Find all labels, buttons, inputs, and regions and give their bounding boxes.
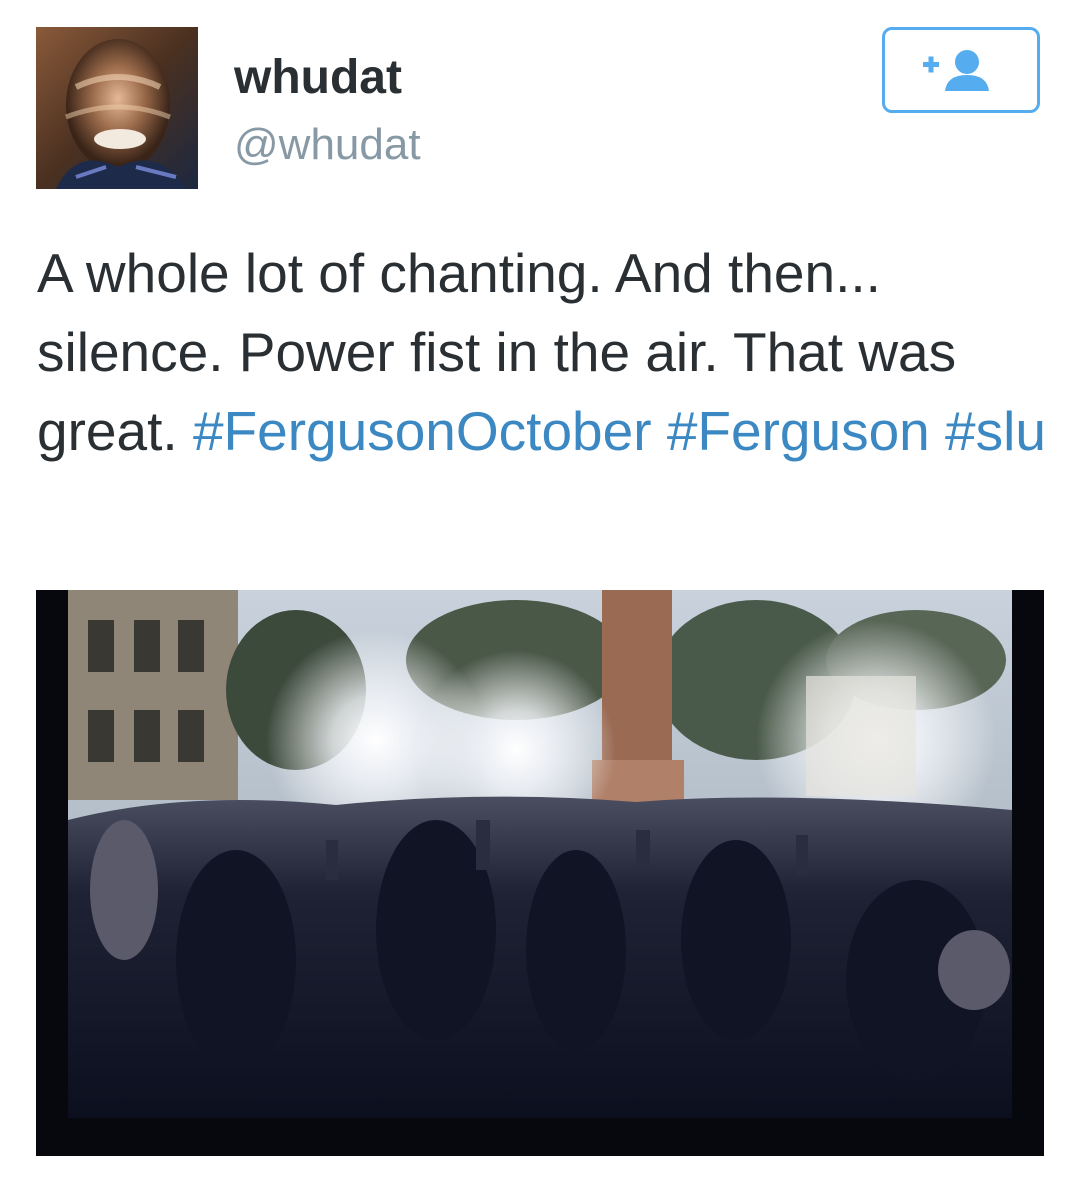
tweet-card: whudat @whudat A whole lot of chanting. … bbox=[0, 0, 1080, 1184]
photo-icon bbox=[36, 590, 1044, 1156]
tweet-text: A whole lot of chanting. And then... sil… bbox=[37, 234, 1047, 471]
author-display-name[interactable]: whudat bbox=[234, 50, 402, 105]
hashtag-fergusonoctober[interactable]: #FergusonOctober bbox=[193, 400, 652, 462]
follow-button[interactable] bbox=[882, 27, 1040, 113]
tweet-photo[interactable] bbox=[36, 590, 1044, 1156]
text-space bbox=[930, 400, 945, 462]
avatar[interactable] bbox=[36, 27, 198, 189]
avatar-image bbox=[36, 27, 198, 189]
text-space bbox=[652, 400, 667, 462]
author-handle[interactable]: @whudat bbox=[234, 120, 421, 170]
hashtag-ferguson[interactable]: #Ferguson bbox=[667, 400, 930, 462]
follow-user-plus-icon bbox=[923, 50, 989, 91]
hashtag-slu[interactable]: #slu bbox=[945, 400, 1046, 462]
